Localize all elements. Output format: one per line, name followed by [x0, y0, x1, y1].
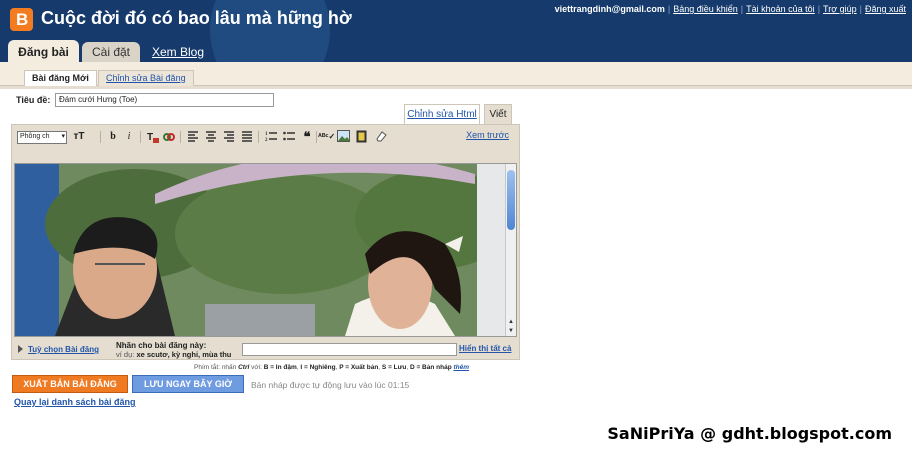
shortcuts-with: với: — [251, 364, 262, 371]
subtab-divider — [0, 86, 912, 89]
shortcut-draft: D = Bản nháp — [409, 364, 452, 371]
svg-text:T: T — [147, 132, 153, 143]
tab-view-blog[interactable]: Xem Blog — [152, 42, 204, 62]
labels-title: Nhãn cho bài đăng này: — [116, 341, 207, 350]
insert-video-icon[interactable] — [354, 130, 368, 144]
wedding-photo — [15, 164, 506, 336]
labels-hint-examples: xe scutơ, kỳ nghỉ, mùa thu — [136, 350, 232, 359]
svg-text:2: 2 — [265, 138, 268, 142]
subtab-bar: Bài đăng Mới Chỉnh sửa Bài đăng — [0, 62, 912, 86]
help-link[interactable]: Trợ giúp — [823, 4, 857, 14]
blogger-logo-icon[interactable]: B — [10, 8, 33, 31]
shortcut-save: S = Lưu — [381, 364, 407, 371]
chevron-down-icon: ▾ — [61, 133, 65, 140]
italic-icon[interactable]: i — [122, 130, 136, 144]
post-title-input[interactable]: Đám cưới Hưng (Toe) — [55, 93, 274, 107]
my-account-link[interactable]: Tài khoản của tôi — [746, 4, 815, 14]
keyboard-shortcuts-hint: Phím tắt: nhấn Ctrl với: B = In đậm, I =… — [194, 364, 470, 371]
preview-link[interactable]: Xem trước — [466, 130, 509, 140]
editor-toolbar: Phông ch ▾ ᴛT b i T 12 ❝ ᴬᴮᶜ✓ Xem trước — [12, 125, 519, 162]
editor-content-area[interactable]: ▲ ▼ — [14, 163, 517, 337]
sign-out-link[interactable]: Đăng xuất — [865, 4, 906, 14]
spellcheck-icon[interactable]: ᴬᴮᶜ✓ — [318, 130, 335, 144]
shortcuts-more-link[interactable]: thêm — [453, 364, 469, 371]
tab-settings[interactable]: Cài đặt — [82, 42, 140, 62]
show-all-labels-link[interactable]: Hiển thị tất cả — [459, 344, 511, 353]
scroll-up-arrow-icon[interactable]: ▲ — [507, 318, 515, 326]
subtab-new-post[interactable]: Bài đăng Mới — [24, 70, 97, 86]
blogger-header: B Cuộc đời đó có bao lâu mà hững hờ viet… — [0, 0, 912, 62]
subtab-edit-posts[interactable]: Chỉnh sửa Bài đăng — [98, 70, 194, 86]
post-title-label: Tiêu đề: — [16, 95, 51, 105]
blog-title: Cuộc đời đó có bao lâu mà hững hờ — [41, 8, 352, 28]
dashboard-link[interactable]: Bảng điều khiển — [673, 4, 738, 14]
tab-edit-html[interactable]: Chỉnh sửa Html — [404, 104, 480, 124]
shortcuts-prefix: Phím tắt: nhấn — [194, 364, 237, 371]
insert-image-icon[interactable] — [336, 130, 350, 144]
scrollbar-thumb[interactable] — [507, 170, 515, 230]
toolbar-divider — [180, 131, 181, 143]
save-now-button[interactable]: LƯU NGAY BÂY GIỜ — [132, 375, 244, 393]
expand-triangle-icon[interactable] — [18, 345, 23, 353]
toolbar-divider — [100, 131, 101, 143]
toolbar-divider — [140, 131, 141, 143]
bold-icon[interactable]: b — [106, 130, 120, 144]
align-right-icon[interactable] — [222, 130, 236, 144]
shortcuts-ctrl: Ctrl — [238, 364, 250, 371]
font-select-value: Phông ch — [20, 133, 50, 140]
labels-hint-prefix: ví dụ: — [116, 350, 135, 359]
remove-format-icon[interactable] — [374, 130, 388, 144]
editor-scrollbar[interactable]: ▲ ▼ — [505, 164, 516, 336]
link-icon[interactable] — [162, 130, 176, 144]
shortcut-publish: P = Xuất bản — [339, 364, 379, 371]
publish-post-button[interactable]: XUẤT BẢN BÀI ĐĂNG — [12, 375, 128, 393]
toolbar-divider — [316, 131, 317, 143]
svg-text:1: 1 — [265, 132, 268, 137]
align-center-icon[interactable] — [204, 130, 218, 144]
bullet-list-icon[interactable] — [282, 130, 296, 144]
tab-posting[interactable]: Đăng bài — [8, 40, 79, 62]
toolbar-divider — [258, 131, 259, 143]
quote-icon[interactable]: ❝ — [300, 130, 314, 144]
tab-compose[interactable]: Viết — [484, 104, 512, 125]
post-options-row: Tuỳ chọn Bài đăng Nhãn cho bài đăng này:… — [12, 339, 519, 359]
user-links: viettrangdinh@gmail.com | Bảng điều khiển |… — [554, 4, 906, 14]
autosave-status: Bản nháp được tự động lưu vào lúc 01:15 — [251, 380, 410, 390]
text-color-icon[interactable]: T — [146, 130, 160, 144]
user-email: viettrangdinh@gmail.com — [554, 4, 665, 14]
labels-input[interactable] — [242, 343, 457, 356]
watermark-text: SaNiPriYa @ gdht.blogspot.com — [607, 424, 892, 443]
labels-hint: ví dụ: xe scutơ, kỳ nghỉ, mùa thu — [116, 350, 231, 359]
post-options-link[interactable]: Tuỳ chọn Bài đăng — [28, 345, 99, 354]
font-size-icon[interactable]: ᴛT — [72, 130, 86, 144]
font-family-select[interactable]: Phông ch ▾ — [17, 131, 67, 144]
back-to-posts-link[interactable]: Quay lại danh sách bài đăng — [14, 397, 136, 407]
blogger-post-editor-page: B Cuộc đời đó có bao lâu mà hững hờ viet… — [0, 0, 912, 461]
align-justify-icon[interactable] — [240, 130, 254, 144]
shortcut-italic: I = Nghiêng — [300, 364, 336, 371]
numbered-list-icon[interactable]: 12 — [264, 130, 278, 144]
shortcut-bold: B = In đậm — [263, 364, 297, 371]
align-left-icon[interactable] — [186, 130, 200, 144]
post-editor: Phông ch ▾ ᴛT b i T 12 ❝ ᴬᴮᶜ✓ Xem trước … — [11, 124, 520, 360]
scroll-down-arrow-icon[interactable]: ▼ — [507, 327, 515, 335]
